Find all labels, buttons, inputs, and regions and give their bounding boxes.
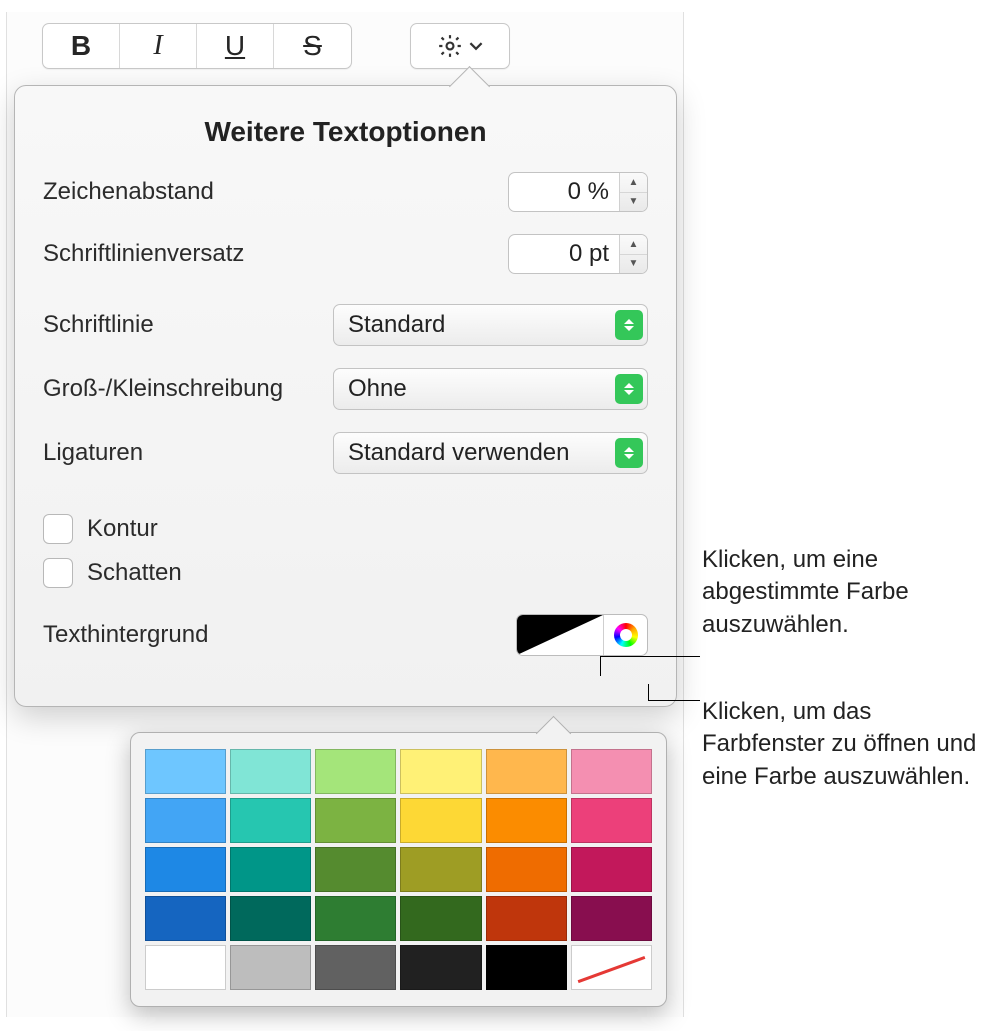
color-swatch[interactable]: [145, 896, 226, 941]
text-background-label: Texthintergrund: [43, 621, 516, 649]
color-swatch[interactable]: [230, 749, 311, 794]
case-select[interactable]: Ohne: [333, 368, 648, 410]
callout-preset-color: Klicken, um eine abgestimmte Farbe auszu…: [702, 544, 982, 641]
color-swatch[interactable]: [145, 945, 226, 990]
gear-icon: [437, 33, 463, 59]
callout-leader: [600, 656, 601, 676]
schriftlinie-select[interactable]: Standard: [333, 304, 648, 346]
baseline-value: 0 pt: [509, 240, 619, 268]
stepper-up-icon[interactable]: ▲: [620, 173, 647, 193]
text-style-toolbar: B I U S: [42, 23, 510, 69]
color-swatch[interactable]: [571, 749, 652, 794]
popover-title: Weitere Textoptionen: [43, 116, 648, 148]
outline-label: Kontur: [87, 515, 158, 543]
italic-glyph: I: [153, 30, 162, 62]
case-row: Groß-/Kleinschreibung Ohne: [43, 368, 648, 410]
color-swatch[interactable]: [230, 847, 311, 892]
case-label: Groß-/Kleinschreibung: [43, 375, 333, 403]
select-caret-icon: [615, 374, 643, 404]
color-palette-popover: [130, 732, 667, 1007]
color-swatch[interactable]: [571, 896, 652, 941]
select-caret-icon: [615, 438, 643, 468]
color-swatch[interactable]: [486, 945, 567, 990]
style-segmented-control: B I U S: [42, 23, 352, 69]
stepper-down-icon[interactable]: ▼: [620, 255, 647, 274]
color-swatch[interactable]: [145, 798, 226, 843]
stepper-down-icon[interactable]: ▼: [620, 193, 647, 212]
baseline-label: Schriftlinienversatz: [43, 240, 508, 268]
color-swatch[interactable]: [315, 945, 396, 990]
color-swatch[interactable]: [230, 896, 311, 941]
baseline-row: Schriftlinienversatz 0 pt ▲ ▼: [43, 234, 648, 274]
color-swatch[interactable]: [400, 798, 481, 843]
underline-glyph: U: [225, 30, 245, 62]
shadow-row: Schatten: [43, 558, 648, 588]
strikethrough-button[interactable]: S: [274, 24, 351, 68]
color-swatch[interactable]: [400, 847, 481, 892]
color-swatch[interactable]: [486, 749, 567, 794]
chevron-down-icon: [469, 39, 483, 53]
color-swatch[interactable]: [145, 749, 226, 794]
shadow-checkbox[interactable]: [43, 558, 73, 588]
text-options-popover: Weitere Textoptionen Zeichenabstand 0 % …: [14, 85, 677, 707]
color-swatch[interactable]: [230, 798, 311, 843]
bold-button[interactable]: B: [43, 24, 120, 68]
color-swatch[interactable]: [571, 847, 652, 892]
outline-row: Kontur: [43, 514, 648, 544]
color-swatch[interactable]: [486, 847, 567, 892]
schriftlinie-label: Schriftlinie: [43, 311, 333, 339]
color-swatch[interactable]: [400, 945, 481, 990]
callout-color-wheel: Klicken, um das Farbfenster zu öffnen un…: [702, 696, 982, 793]
char-spacing-stepper[interactable]: ▲ ▼: [619, 173, 647, 211]
color-swatch[interactable]: [400, 896, 481, 941]
schriftlinie-value: Standard: [348, 311, 615, 339]
color-swatch[interactable]: [315, 896, 396, 941]
color-wheel-button[interactable]: [603, 615, 647, 655]
color-swatch[interactable]: [571, 798, 652, 843]
callout-leader: [648, 684, 649, 700]
color-swatch[interactable]: [230, 945, 311, 990]
bold-glyph: B: [71, 30, 91, 62]
color-swatch[interactable]: [486, 896, 567, 941]
char-spacing-row: Zeichenabstand 0 % ▲ ▼: [43, 172, 648, 212]
select-caret-icon: [615, 310, 643, 340]
more-options-button[interactable]: [410, 23, 510, 69]
text-background-control: [516, 614, 648, 656]
char-spacing-value: 0 %: [509, 178, 619, 206]
underline-button[interactable]: U: [197, 24, 274, 68]
callout-leader: [648, 700, 700, 701]
color-swatch[interactable]: [400, 749, 481, 794]
color-swatch[interactable]: [486, 798, 567, 843]
color-swatch[interactable]: [315, 749, 396, 794]
ligatures-row: Ligaturen Standard verwenden: [43, 432, 648, 474]
color-wheel-icon: [614, 623, 638, 647]
ligatures-select[interactable]: Standard verwenden: [333, 432, 648, 474]
color-swatch[interactable]: [571, 945, 652, 990]
case-value: Ohne: [348, 375, 615, 403]
color-well-button[interactable]: [517, 615, 603, 655]
color-swatch[interactable]: [315, 798, 396, 843]
color-swatch[interactable]: [145, 847, 226, 892]
stepper-up-icon[interactable]: ▲: [620, 235, 647, 255]
char-spacing-field[interactable]: 0 % ▲ ▼: [508, 172, 648, 212]
strike-glyph: S: [303, 30, 322, 62]
callout-leader: [600, 656, 700, 657]
ligatures-value: Standard verwenden: [348, 439, 615, 467]
text-background-row: Texthintergrund: [43, 614, 648, 656]
char-spacing-label: Zeichenabstand: [43, 178, 508, 206]
baseline-field[interactable]: 0 pt ▲ ▼: [508, 234, 648, 274]
shadow-label: Schatten: [87, 559, 182, 587]
ligatures-label: Ligaturen: [43, 439, 333, 467]
color-swatch[interactable]: [315, 847, 396, 892]
outline-checkbox[interactable]: [43, 514, 73, 544]
color-palette-grid: [145, 749, 652, 990]
baseline-stepper[interactable]: ▲ ▼: [619, 235, 647, 273]
italic-button[interactable]: I: [120, 24, 197, 68]
schriftlinie-row: Schriftlinie Standard: [43, 304, 648, 346]
